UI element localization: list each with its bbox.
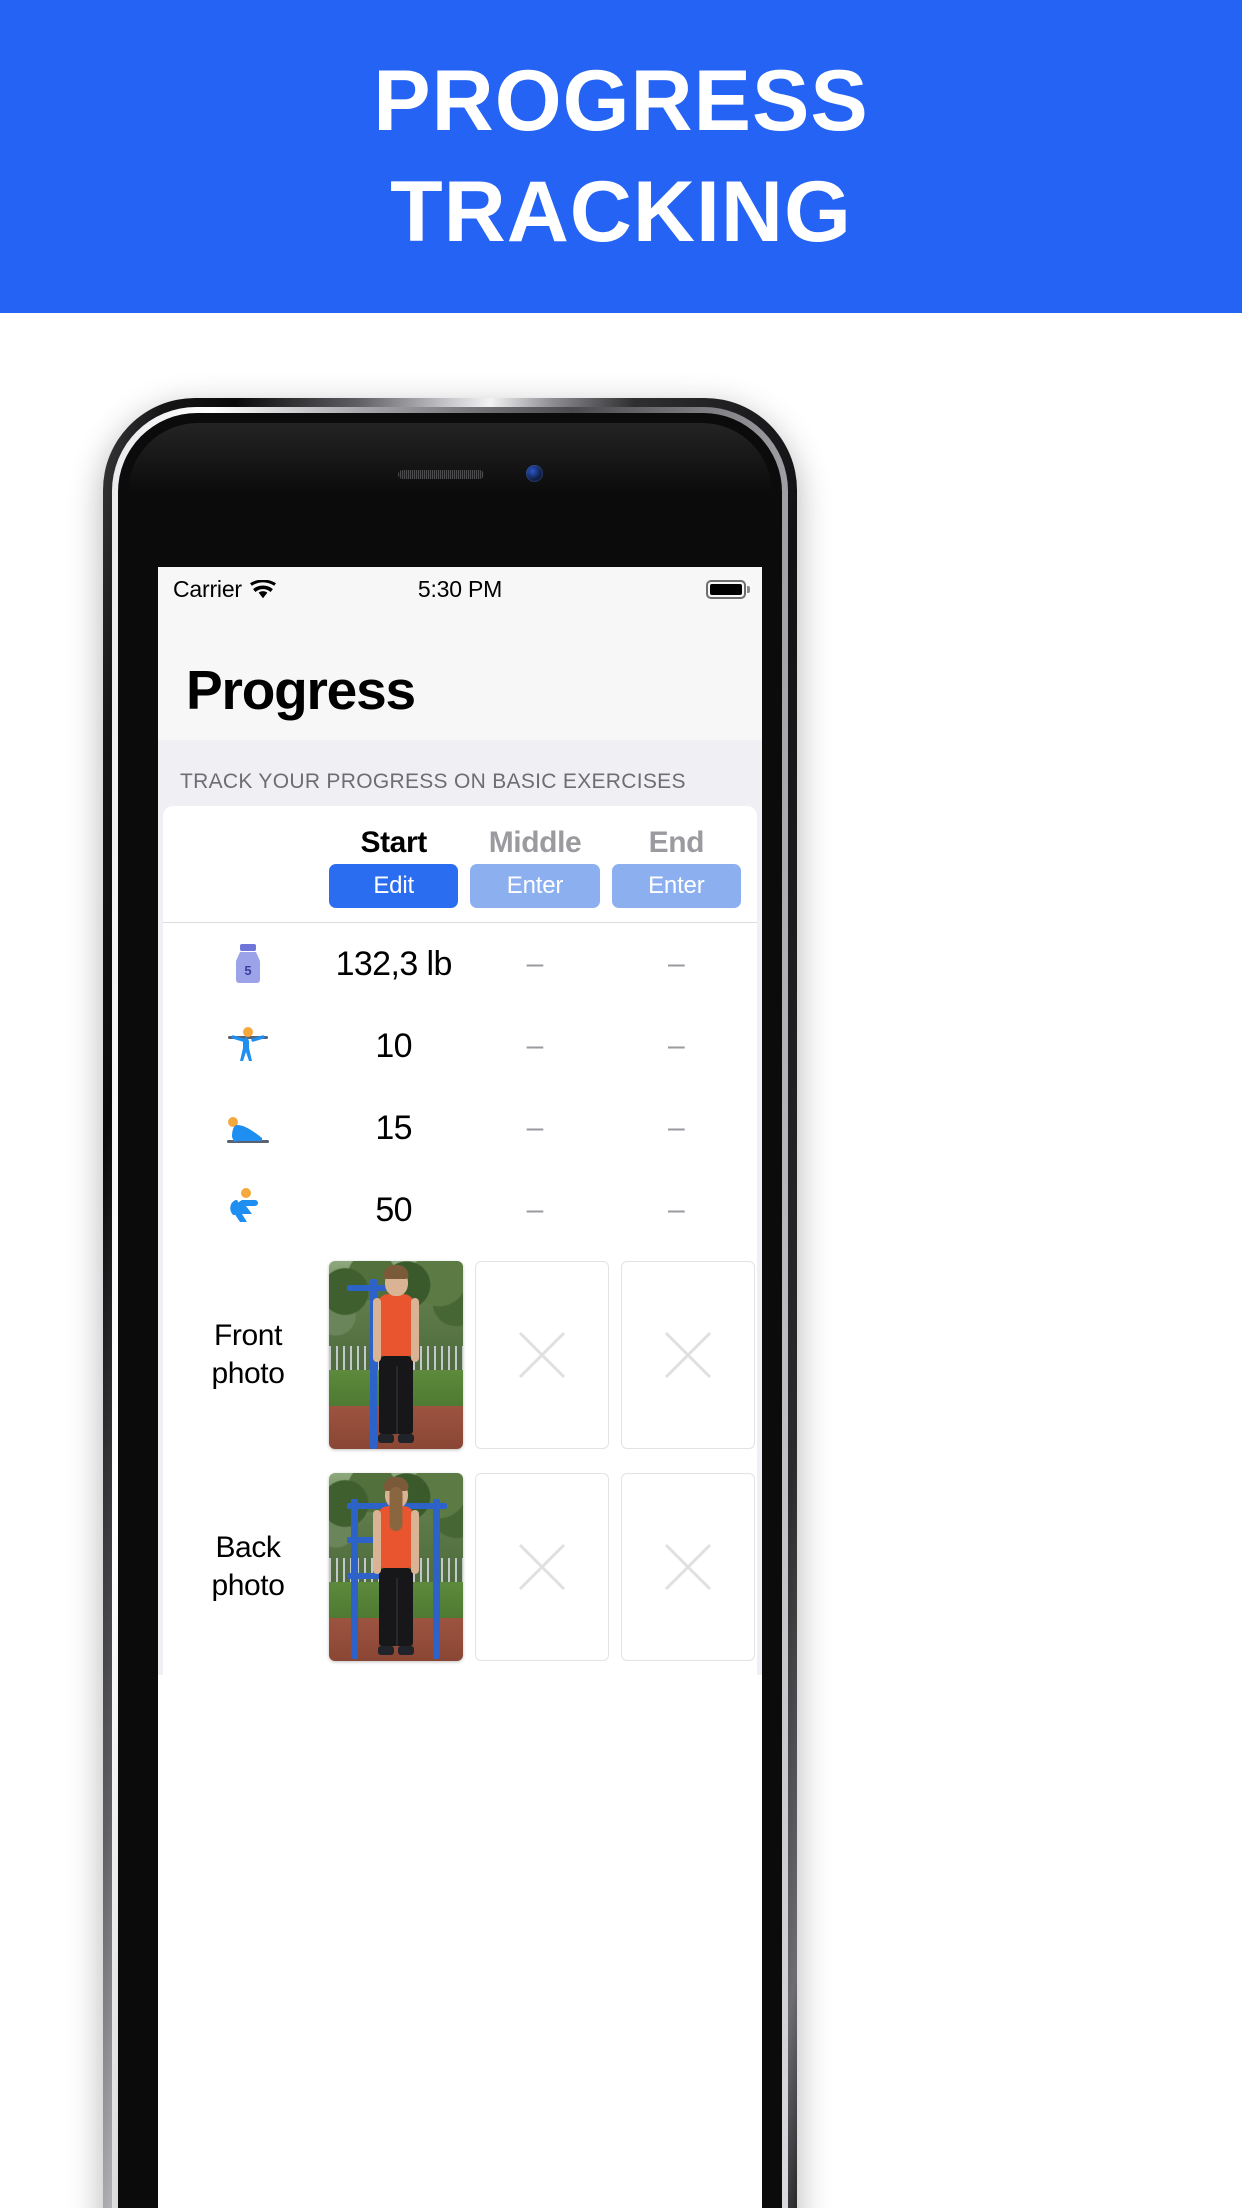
banner-title-line-2: TRACKING (390, 163, 852, 260)
photo-label-line-2: photo (211, 1569, 285, 1602)
battery-cap (747, 585, 750, 593)
front-photo-middle-cell[interactable] (469, 1261, 615, 1449)
edit-start-button[interactable]: Edit (329, 864, 459, 908)
table-row[interactable]: 10 – – (163, 1005, 757, 1087)
column-header-middle: Middle (488, 826, 582, 859)
phone-bezel-sheen (128, 423, 772, 493)
back-photo-end-placeholder[interactable] (621, 1473, 755, 1661)
status-bar-right (705, 579, 750, 599)
person-front-view (368, 1265, 424, 1444)
front-photo-thumbnail[interactable] (329, 1261, 463, 1449)
table-row[interactable]: 5 132,3 lb – – (163, 923, 757, 1005)
photo-label-line-1: Back (215, 1530, 281, 1564)
photo-row-label: Front photo (173, 1317, 323, 1394)
row-start-value: 10 (375, 1026, 412, 1065)
back-photo-middle-placeholder[interactable] (475, 1473, 609, 1661)
earpiece-speaker-icon (398, 470, 484, 479)
pull-up-icon (173, 1023, 323, 1069)
front-photo-middle-placeholder[interactable] (475, 1261, 609, 1449)
photo-row-back: Back photo (163, 1463, 757, 1675)
back-photo-thumbnail[interactable] (329, 1473, 463, 1661)
battery-fill (709, 583, 742, 595)
battery-icon (705, 579, 746, 599)
column-header-start: Start (360, 826, 427, 859)
marketing-banner: PROGRESS TRACKING (0, 0, 1242, 313)
row-end-value: – (667, 1111, 685, 1144)
back-photo-middle-cell[interactable] (469, 1473, 615, 1661)
row-end-value: – (667, 1029, 685, 1062)
row-middle-value: – (526, 1193, 544, 1226)
status-bar-time: 5:30 PM (417, 575, 503, 602)
squat-icon (173, 1186, 323, 1234)
start-button-cell: Edit (323, 864, 464, 908)
front-camera-icon (526, 465, 543, 482)
photo-scene-front (329, 1261, 463, 1449)
enter-middle-button[interactable]: Enter (470, 864, 600, 908)
row-end-value: – (667, 947, 685, 980)
end-button-cell: Enter (606, 864, 747, 908)
page-title: Progress (186, 659, 416, 721)
table-row[interactable]: 15 – – (163, 1087, 757, 1169)
photo-label-line-2: photo (211, 1357, 285, 1390)
photo-row-front: Front photo (163, 1251, 757, 1463)
table-row[interactable]: 50 – – (163, 1169, 757, 1251)
row-start-value: 15 (375, 1108, 412, 1147)
row-start-value: 50 (375, 1190, 412, 1229)
enter-end-button[interactable]: Enter (611, 864, 741, 908)
person-back-view (368, 1477, 424, 1656)
photo-row-label: Back photo (173, 1529, 323, 1606)
row-start-value: 132,3 lb (335, 944, 453, 983)
front-photo-start-cell[interactable] (323, 1261, 469, 1449)
column-header-end: End (648, 826, 705, 859)
front-photo-end-cell[interactable] (615, 1261, 757, 1449)
back-photo-end-cell[interactable] (615, 1473, 757, 1661)
phone-body: Carrier 5:30 PM Progress TRACK YOUR PROG… (118, 413, 782, 2208)
x-mark-icon (664, 1331, 712, 1379)
column-header-row: Start Middle End (163, 806, 757, 864)
x-mark-icon (518, 1331, 566, 1379)
row-middle-value: – (526, 1029, 544, 1062)
svg-text:5: 5 (244, 963, 251, 978)
progress-table-area: TRACK YOUR PROGRESS ON BASIC EXERCISES S… (158, 740, 762, 1675)
column-button-row: Edit Enter Enter (163, 864, 757, 923)
row-end-value: – (667, 1193, 685, 1226)
section-header: TRACK YOUR PROGRESS ON BASIC EXERCISES (180, 770, 686, 793)
screenshot-root: PROGRESS TRACKING Carrier 5:30 PM Progre… (0, 0, 1242, 2208)
x-mark-icon (518, 1543, 566, 1591)
status-bar: Carrier 5:30 PM (158, 567, 762, 611)
app-screen: Carrier 5:30 PM Progress TRACK YOUR PROG… (158, 567, 762, 2208)
navigation-bar: Progress (158, 611, 762, 740)
row-middle-value: – (526, 947, 544, 980)
banner-title-line-1: PROGRESS (373, 53, 869, 150)
middle-button-cell: Enter (464, 864, 605, 908)
push-up-icon (173, 1108, 323, 1148)
weight-scale-icon: 5 (173, 942, 323, 986)
phone-inner-frame: Carrier 5:30 PM Progress TRACK YOUR PROG… (112, 407, 788, 2208)
back-photo-start-cell[interactable] (323, 1473, 469, 1661)
photo-scene-back (329, 1473, 463, 1661)
phone-mockup: Carrier 5:30 PM Progress TRACK YOUR PROG… (103, 398, 797, 2208)
front-photo-end-placeholder[interactable] (621, 1261, 755, 1449)
photo-label-line-1: Front (213, 1318, 283, 1352)
x-mark-icon (664, 1543, 712, 1591)
progress-card: Start Middle End Edit Enter Enter 5 132,… (163, 806, 757, 1675)
row-middle-value: – (526, 1111, 544, 1144)
